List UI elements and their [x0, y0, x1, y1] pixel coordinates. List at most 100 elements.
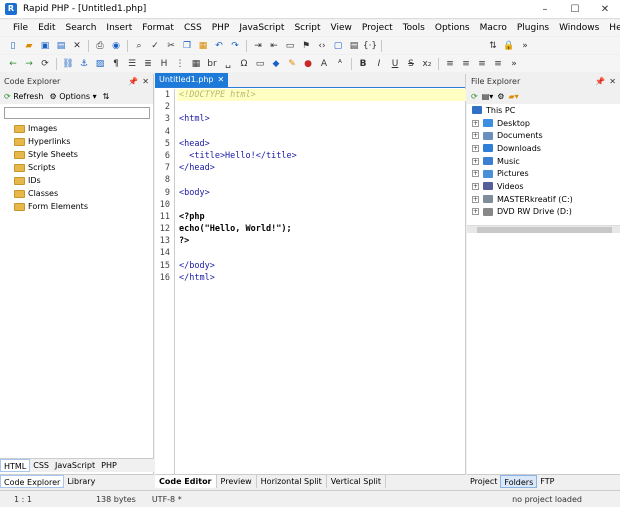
horizontal-scrollbar[interactable]	[467, 225, 620, 233]
overflow-icon[interactable]: »	[507, 57, 521, 71]
close-panel-icon[interactable]: ✕	[609, 77, 616, 86]
menu-help[interactable]: Help	[604, 20, 620, 36]
window-icon[interactable]: ▢	[331, 39, 345, 53]
expand-icon[interactable]: +	[472, 195, 479, 203]
color-picker-icon[interactable]: ●	[301, 57, 315, 71]
scrollbar-thumb[interactable]	[477, 227, 612, 233]
omega-icon[interactable]: Ω	[237, 57, 251, 71]
tree-item-videos[interactable]: + Videos	[467, 180, 620, 193]
heading-icon[interactable]: H	[157, 57, 171, 71]
save-icon[interactable]: ▣	[38, 39, 52, 53]
close-tab-icon[interactable]: ✕	[218, 73, 225, 87]
format-icon[interactable]: ▤	[347, 39, 361, 53]
tab-preview[interactable]: Preview	[217, 475, 257, 488]
tab-code-explorer[interactable]: Code Explorer	[0, 475, 65, 488]
align-right-icon[interactable]: ≡	[475, 57, 489, 71]
overflow-icon[interactable]: »	[518, 39, 532, 53]
bookmark-icon[interactable]: ⚑	[299, 39, 313, 53]
italic-icon[interactable]: I	[372, 57, 386, 71]
view-icon[interactable]: ▤▾	[482, 92, 494, 101]
refresh-icon[interactable]: ⟳	[38, 57, 52, 71]
nbsp-icon[interactable]: ␣	[221, 57, 235, 71]
tree-item-form-elements[interactable]: Form Elements	[0, 200, 153, 213]
menu-javascript[interactable]: JavaScript	[234, 20, 289, 36]
tab-css[interactable]: CSS	[30, 459, 52, 472]
menu-macro[interactable]: Macro	[475, 20, 512, 36]
refresh-button[interactable]: ⟳ Refresh	[4, 92, 43, 101]
menu-view[interactable]: View	[326, 20, 357, 36]
copy-icon[interactable]: ❐	[180, 39, 194, 53]
tab-project[interactable]: Project	[467, 475, 500, 488]
expand-icon[interactable]: +	[472, 132, 479, 140]
subscript-icon[interactable]: x₂	[420, 57, 434, 71]
pin-icon[interactable]: 📌	[595, 77, 605, 86]
tree-item-classes[interactable]: Classes	[0, 187, 153, 200]
menu-project[interactable]: Project	[357, 20, 398, 36]
forward-arrow-icon[interactable]: →	[22, 57, 36, 71]
menu-edit[interactable]: Edit	[33, 20, 60, 36]
tree-item-dvd-rw-drive-d-[interactable]: + DVD RW Drive (D:)	[467, 206, 620, 219]
underline-icon[interactable]: U	[388, 57, 402, 71]
tab-library[interactable]: Library	[64, 475, 98, 488]
align-left-icon[interactable]: ≡	[443, 57, 457, 71]
tree-item-scripts[interactable]: Scripts	[0, 161, 153, 174]
maximize-button[interactable]: ☐	[560, 0, 590, 19]
refresh-icon[interactable]: ⟳	[471, 92, 478, 101]
expand-icon[interactable]: +	[472, 157, 479, 165]
paste-icon[interactable]: ▦	[196, 39, 210, 53]
expand-icon[interactable]: +	[472, 170, 479, 178]
lock-icon[interactable]: 🔒	[502, 39, 516, 53]
brace-icon[interactable]: {·}	[363, 39, 377, 53]
save-all-icon[interactable]: ▤	[54, 39, 68, 53]
divider-icon[interactable]: ⋮	[173, 57, 187, 71]
gear-icon[interactable]: ⚙	[497, 92, 504, 101]
tree-item-hyperlinks[interactable]: Hyperlinks	[0, 135, 153, 148]
tree-root-this-pc[interactable]: This PC	[467, 104, 620, 117]
menu-script[interactable]: Script	[289, 20, 325, 36]
close-file-icon[interactable]: ✕	[70, 39, 84, 53]
break-icon[interactable]: br	[205, 57, 219, 71]
font-smaller-icon[interactable]: ᴬ	[333, 57, 347, 71]
tree-item-pictures[interactable]: + Pictures	[467, 167, 620, 180]
comment-icon[interactable]: ▭	[283, 39, 297, 53]
tree-item-documents[interactable]: + Documents	[467, 129, 620, 142]
strikethrough-icon[interactable]: S	[404, 57, 418, 71]
undo-icon[interactable]: ↶	[212, 39, 226, 53]
menu-plugins[interactable]: Plugins	[512, 20, 554, 36]
menu-php[interactable]: PHP	[207, 20, 235, 36]
tag-icon[interactable]: ‹›	[315, 39, 329, 53]
open-folder-icon[interactable]: ▰	[22, 39, 36, 53]
menu-search[interactable]: Search	[61, 20, 102, 36]
tab-folders[interactable]: Folders	[500, 475, 538, 488]
menu-options[interactable]: Options	[430, 20, 475, 36]
justify-icon[interactable]: ≡	[491, 57, 505, 71]
outdent-icon[interactable]: ⇤	[267, 39, 281, 53]
anchor-icon[interactable]: ⚓	[77, 57, 91, 71]
paragraph-icon[interactable]: ¶	[109, 57, 123, 71]
align-center-icon[interactable]: ≡	[459, 57, 473, 71]
tree-item-downloads[interactable]: + Downloads	[467, 142, 620, 155]
cut-icon[interactable]: ✂	[164, 39, 178, 53]
tree-item-ids[interactable]: IDs	[0, 174, 153, 187]
tag-label-icon[interactable]: ◆	[269, 57, 283, 71]
tree-item-masterkreatif-c-[interactable]: + MASTERkreatif (C:)	[467, 193, 620, 206]
tab-code-editor[interactable]: Code Editor	[155, 475, 217, 488]
menu-css[interactable]: CSS	[179, 20, 207, 36]
close-panel-icon[interactable]: ✕	[142, 77, 149, 86]
spellcheck-icon[interactable]: ✓	[148, 39, 162, 53]
code-text-area[interactable]: <!DOCTYPE html> <html> <head> <title>Hello…	[177, 89, 466, 284]
tab-javascript[interactable]: JavaScript	[52, 459, 98, 472]
tab-horizontal-split[interactable]: Horizontal Split	[257, 475, 327, 488]
expand-icon[interactable]: +	[472, 144, 479, 152]
tree-item-images[interactable]: Images	[0, 122, 153, 135]
table-icon[interactable]: ▦	[189, 57, 203, 71]
options-button[interactable]: ⚙ Options ▾	[49, 92, 96, 101]
expand-icon[interactable]: +	[472, 119, 479, 127]
menu-file[interactable]: File	[8, 20, 33, 36]
expand-icon[interactable]: +	[472, 208, 479, 216]
back-arrow-icon[interactable]: ←	[6, 57, 20, 71]
search-icon[interactable]: ⌕	[132, 39, 146, 53]
menu-insert[interactable]: Insert	[101, 20, 137, 36]
tree-item-style-sheets[interactable]: Style Sheets	[0, 148, 153, 161]
numbered-list-icon[interactable]: ≣	[141, 57, 155, 71]
